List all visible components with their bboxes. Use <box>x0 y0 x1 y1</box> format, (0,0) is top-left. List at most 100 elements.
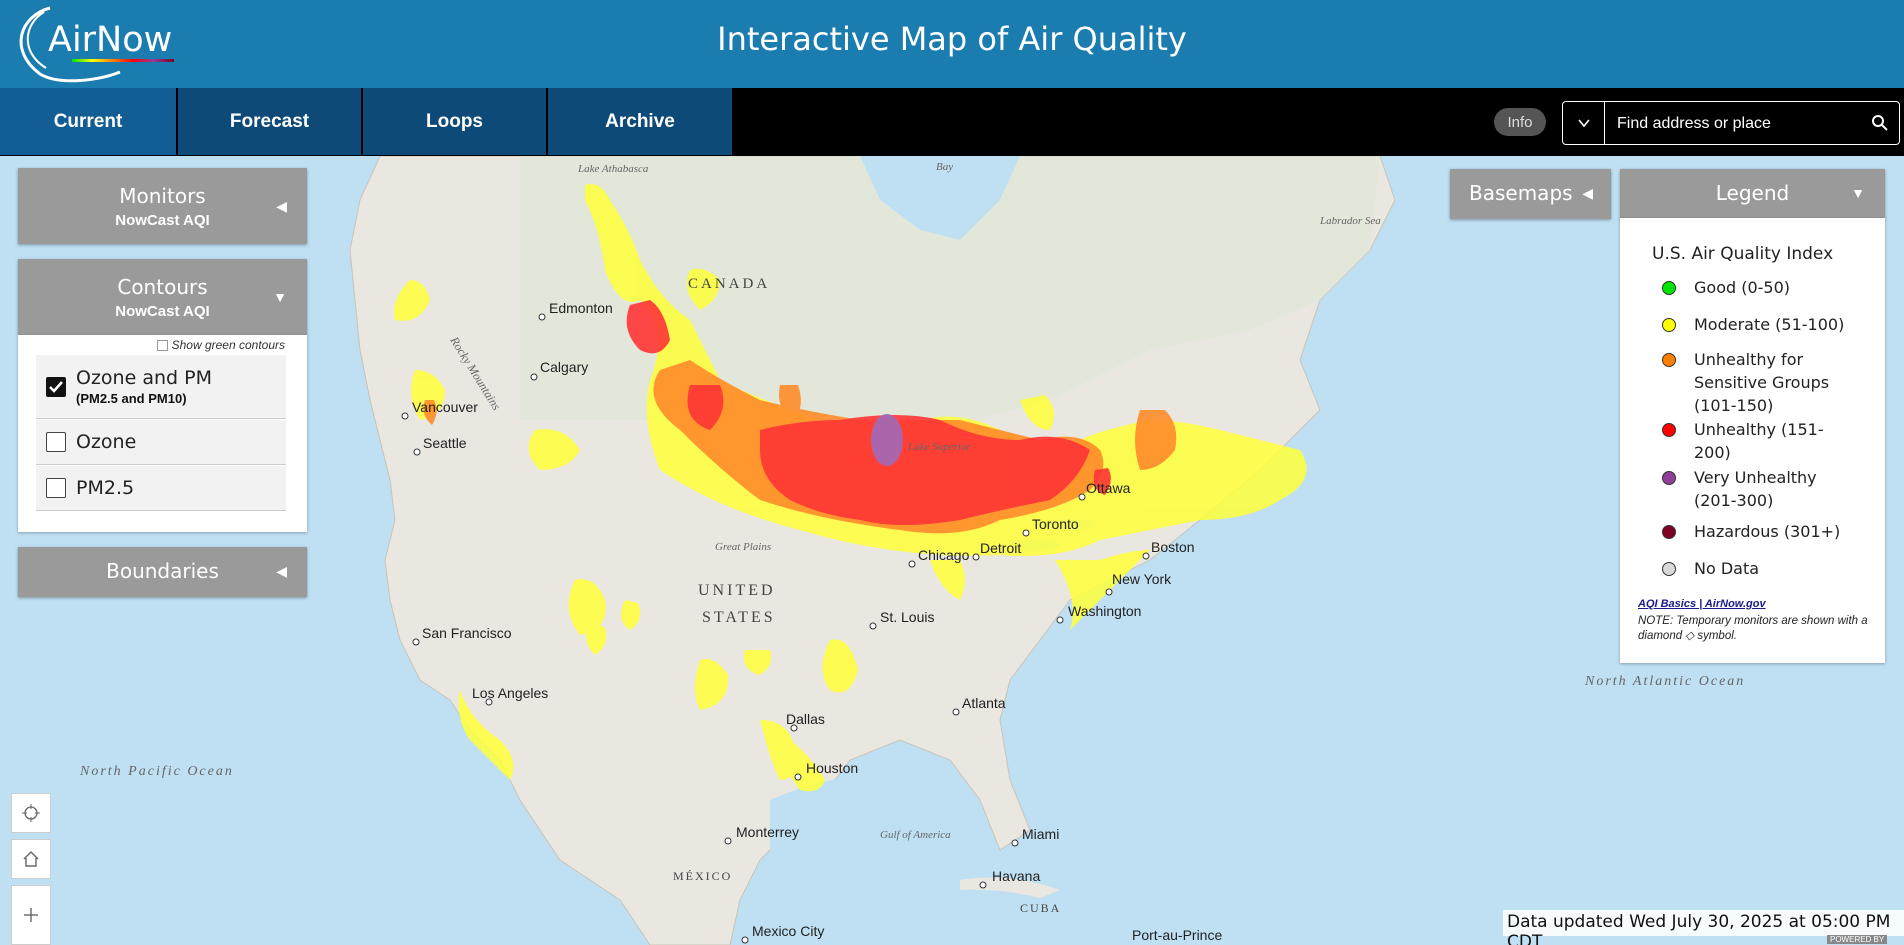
show-green-toggle[interactable]: Show green contours <box>156 338 285 352</box>
caret-down-icon: ▼ <box>273 289 287 305</box>
legend-panel-body: U.S. Air Quality Index Good (0-50) Moder… <box>1620 218 1885 663</box>
checkbox-unchecked[interactable] <box>46 478 66 498</box>
svg-text:Boston: Boston <box>1151 539 1195 555</box>
legend-label: Hazardous (301+) <box>1694 522 1841 541</box>
very-unhealthy-color-dot <box>1662 471 1676 485</box>
legend-item-good: Good (0-50) <box>1662 276 1872 299</box>
search-icon[interactable] <box>1871 114 1889 137</box>
tab-loops[interactable]: Loops <box>363 88 546 155</box>
svg-text:Miami: Miami <box>1022 826 1059 842</box>
contours-panel-header[interactable]: Contours NowCast AQI ▼ <box>18 259 307 335</box>
svg-text:Ottawa: Ottawa <box>1086 480 1131 496</box>
page-title: Interactive Map of Air Quality <box>717 20 1187 58</box>
svg-text:Seattle: Seattle <box>423 435 467 451</box>
caret-left-icon: ◀ <box>276 563 287 579</box>
tab-archive[interactable]: Archive <box>548 88 732 155</box>
svg-text:Chicago: Chicago <box>918 547 970 563</box>
logo-aqi-bar <box>72 59 174 62</box>
hazardous-color-dot <box>1662 525 1676 539</box>
nav-bar: Current Forecast Loops Archive Info <box>0 88 1904 156</box>
legend-label: Good (0-50) <box>1694 278 1791 297</box>
legend-heading: U.S. Air Quality Index <box>1652 244 1834 264</box>
checkbox-unchecked[interactable] <box>46 432 66 452</box>
svg-text:Houston: Houston <box>806 760 858 776</box>
search-source-dropdown[interactable] <box>1563 102 1605 144</box>
good-color-dot <box>1662 281 1676 295</box>
legend-item-usg: Unhealthy for Sensitive Groups (101-150) <box>1662 348 1852 417</box>
svg-text:St. Louis: St. Louis <box>880 609 934 625</box>
legend-title: Legend <box>1715 181 1790 205</box>
app-root: AirNow Interactive Map of Air Quality Cu… <box>0 0 1904 945</box>
basemaps-panel-header[interactable]: Basemaps ◀ <box>1450 169 1611 219</box>
zoom-in-button[interactable] <box>11 885 51 945</box>
svg-text:Bay: Bay <box>936 161 953 173</box>
svg-text:Washington: Washington <box>1068 603 1141 619</box>
svg-text:STATES: STATES <box>702 609 776 626</box>
chevron-down-icon <box>1577 119 1590 128</box>
svg-text:Lake Superior: Lake Superior <box>907 441 971 453</box>
legend-label: No Data <box>1694 559 1760 578</box>
svg-text:Great Plains: Great Plains <box>715 541 771 553</box>
search-input[interactable] <box>1617 113 1857 135</box>
info-button[interactable]: Info <box>1494 108 1546 136</box>
legend-item-no-data: No Data <box>1662 557 1872 580</box>
svg-text:North Pacific Ocean: North Pacific Ocean <box>79 764 234 779</box>
svg-text:Monterrey: Monterrey <box>736 824 799 840</box>
legend-label: Unhealthy for Sensitive Groups (101-150) <box>1694 350 1830 415</box>
option-ozone-pm[interactable]: Ozone and PM (PM2.5 and PM10) <box>36 355 286 419</box>
monitors-subtitle: NowCast AQI <box>115 212 210 229</box>
city-label: Edmonton <box>549 300 613 316</box>
svg-text:Havana: Havana <box>992 868 1040 884</box>
legend-item-unhealthy: Unhealthy (151-200) <box>1662 418 1852 464</box>
boundaries-panel-header[interactable]: Boundaries ◀ <box>18 547 307 597</box>
crosshair-icon <box>22 804 40 822</box>
svg-text:CANADA: CANADA <box>688 276 770 292</box>
option-label: Ozone and PM <box>76 367 212 389</box>
plus-icon <box>24 908 38 922</box>
no-data-color-dot <box>1662 562 1676 576</box>
svg-text:CUBA: CUBA <box>1020 901 1061 915</box>
legend-label: Moderate (51-100) <box>1694 315 1845 334</box>
svg-text:Calgary: Calgary <box>540 359 588 375</box>
powered-by-badge[interactable]: POWERED BY <box>1827 935 1888 944</box>
caret-left-icon: ◀ <box>1582 185 1593 201</box>
legend-item-hazardous: Hazardous (301+) <box>1662 520 1872 543</box>
unhealthy-color-dot <box>1662 423 1676 437</box>
caret-down-icon: ▼ <box>1851 185 1865 201</box>
locate-button[interactable] <box>11 793 51 833</box>
svg-text:Port-au-Prince: Port-au-Prince <box>1132 927 1222 943</box>
svg-text:Lake Athabasca: Lake Athabasca <box>577 163 649 175</box>
monitors-panel-header[interactable]: Monitors NowCast AQI ◀ <box>18 168 307 244</box>
tab-forecast[interactable]: Forecast <box>178 88 361 155</box>
search-box <box>1562 101 1900 145</box>
header-bar: AirNow Interactive Map of Air Quality <box>0 0 1904 88</box>
tab-current[interactable]: Current <box>0 88 176 155</box>
home-icon <box>23 851 39 867</box>
checkbox-checked[interactable] <box>46 376 66 397</box>
svg-text:San Francisco: San Francisco <box>422 625 512 641</box>
legend-item-very-unhealthy: Very Unhealthy (201-300) <box>1662 466 1852 512</box>
option-sublabel: (PM2.5 and PM10) <box>76 391 187 406</box>
aqi-basics-link[interactable]: AQI Basics | AirNow.gov <box>1638 598 1766 610</box>
legend-label: Unhealthy (151-200) <box>1694 420 1824 462</box>
moderate-color-dot <box>1662 318 1676 332</box>
option-label: Ozone <box>76 431 137 453</box>
contours-panel-body: Show green contours Ozone and PM (PM2.5 … <box>18 335 307 532</box>
option-pm25[interactable]: PM2.5 <box>36 466 286 511</box>
show-green-checkbox[interactable] <box>156 339 168 351</box>
svg-text:Toronto: Toronto <box>1032 516 1079 532</box>
legend-panel-header[interactable]: Legend ▼ <box>1620 169 1885 219</box>
svg-text:Gulf of America: Gulf of America <box>880 829 951 841</box>
svg-text:Mexico City: Mexico City <box>752 923 824 939</box>
contours-subtitle: NowCast AQI <box>115 303 210 320</box>
option-ozone[interactable]: Ozone <box>36 420 286 465</box>
option-label: PM2.5 <box>76 477 135 499</box>
legend-item-moderate: Moderate (51-100) <box>1662 313 1872 336</box>
show-green-label: Show green contours <box>171 338 285 352</box>
svg-text:Atlanta: Atlanta <box>962 695 1006 711</box>
svg-text:UNITED: UNITED <box>698 582 776 599</box>
svg-text:Labrador Sea: Labrador Sea <box>1319 215 1381 227</box>
svg-text:Detroit: Detroit <box>980 540 1021 556</box>
check-icon <box>49 380 63 393</box>
home-button[interactable] <box>11 839 51 879</box>
